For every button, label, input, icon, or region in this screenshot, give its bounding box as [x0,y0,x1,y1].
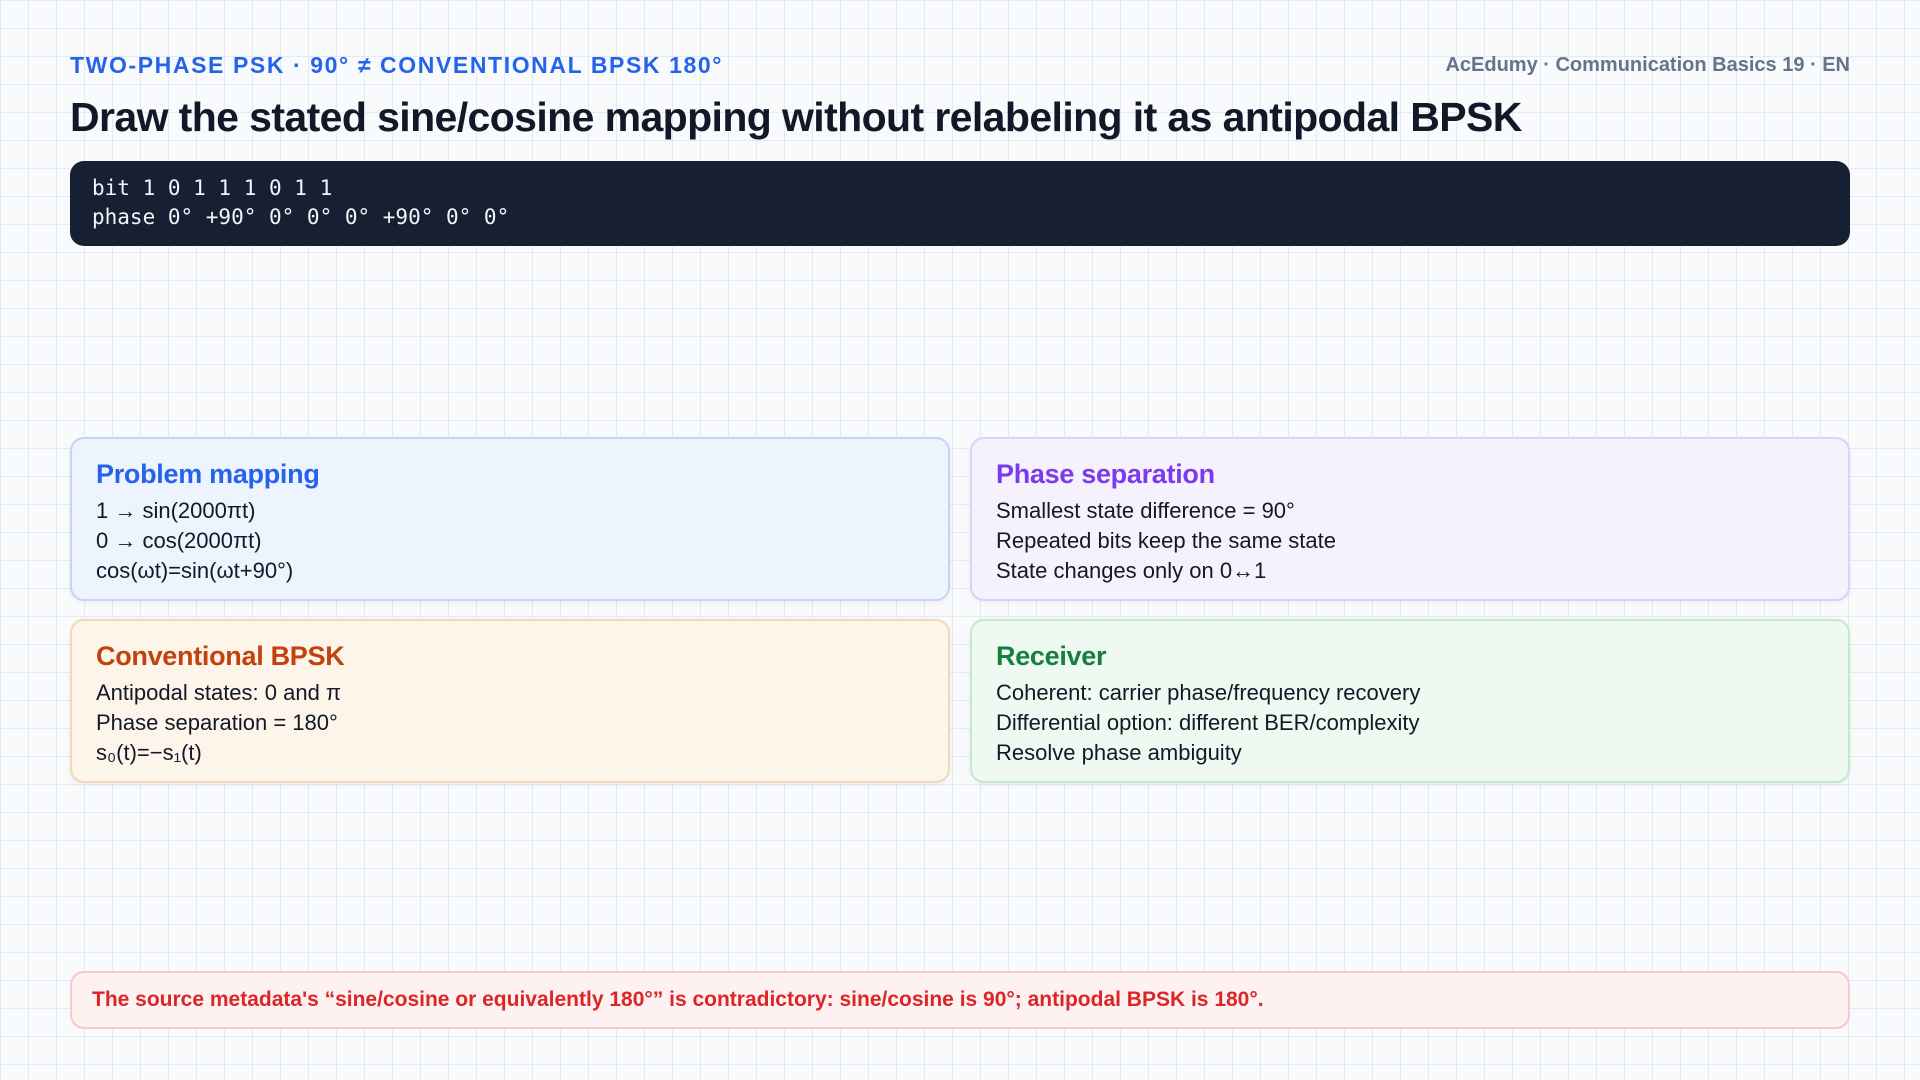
card-line: Phase separation = 180° [96,710,338,735]
card-title: Problem mapping [96,459,320,489]
card-line: 0 → cos(2000πt) [96,528,262,553]
card-title: Phase separation [996,459,1215,489]
card-line: Resolve phase ambiguity [996,740,1242,765]
page-header: TWO-PHASE PSK · 90° ≠ CONVENTIONAL BPSK … [70,52,1850,82]
warning-text: The source metadata's “sine/cosine or eq… [92,988,1264,1011]
card-line: Repeated bits keep the same state [996,528,1336,553]
course-label: AcEdumy · Communication Basics 19 · EN [1445,54,1850,76]
page-title: Draw the stated sine/cosine mapping with… [70,94,1522,140]
conventional-bpsk-card: Conventional BPSK Antipodal states: 0 an… [70,619,950,783]
card-line: cos(ωt)=sin(ωt+90°) [96,558,294,583]
card-title: Conventional BPSK [96,641,345,671]
card-line: Antipodal states: 0 and π [96,680,342,705]
card-line: 1 → sin(2000πt) [96,498,256,523]
card-line: Coherent: carrier phase/frequency recove… [996,680,1421,705]
contradiction-warning: The source metadata's “sine/cosine or eq… [70,971,1850,1029]
phase-sequence-line: phase 0° +90° 0° 0° 0° +90° 0° 0° [92,205,510,229]
card-title: Receiver [996,641,1107,671]
info-cards: Problem mapping 1 → sin(2000πt) 0 → cos(… [70,437,1850,783]
problem-mapping-card: Problem mapping 1 → sin(2000πt) 0 → cos(… [70,437,950,601]
bit-phase-code-block: bit 1 0 1 1 1 0 1 1 phase 0° +90° 0° 0° 0… [70,161,1850,246]
card-line: Differential option: different BER/compl… [996,710,1420,735]
card-line: State changes only on 0↔1 [996,558,1267,583]
card-line: Smallest state difference = 90° [996,498,1295,523]
bit-sequence-line: bit 1 0 1 1 1 0 1 1 [92,176,333,200]
topic-kicker: TWO-PHASE PSK · 90° ≠ CONVENTIONAL BPSK … [70,52,724,78]
phase-separation-card: Phase separation Smallest state differen… [970,437,1850,601]
card-line: s₀(t)=−s₁(t) [96,740,202,765]
receiver-card: Receiver Coherent: carrier phase/frequen… [970,619,1850,783]
